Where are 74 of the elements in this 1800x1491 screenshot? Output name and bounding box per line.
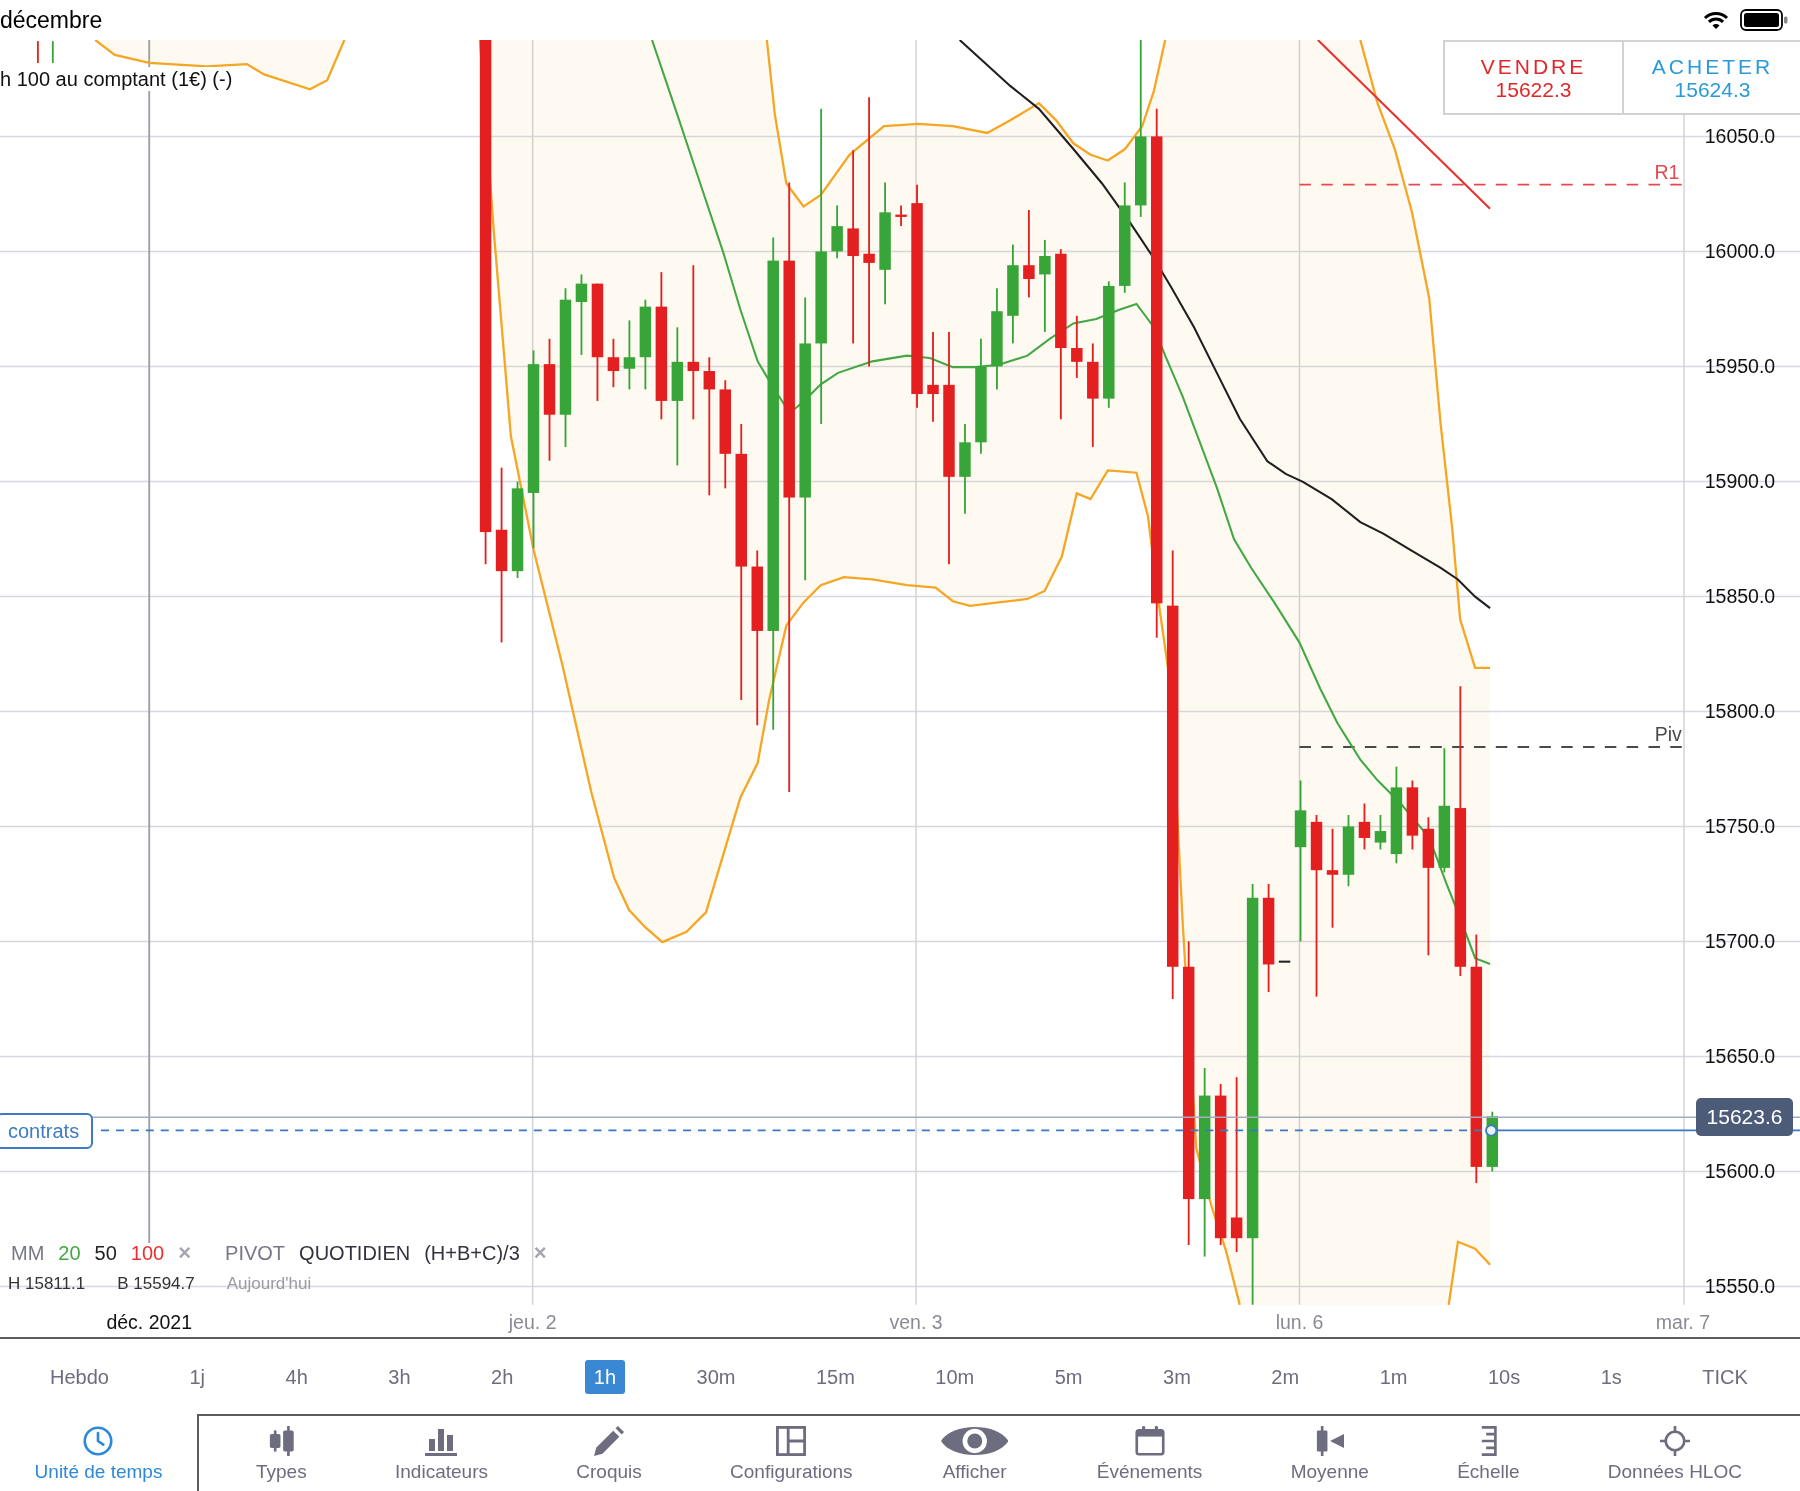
position-marker-icon: [1485, 1124, 1498, 1137]
sell-button[interactable]: VENDRE 15622.3: [1443, 40, 1624, 115]
battery-icon: [1740, 9, 1788, 31]
toolbar-button[interactable]: Types: [256, 1426, 307, 1483]
toolbar-button[interactable]: Données HLOC: [1607, 1426, 1742, 1483]
toolbar-button[interactable]: Événements: [1096, 1426, 1203, 1483]
price-axis-label: 15550.0: [1704, 1275, 1776, 1298]
last-price-tag: 15623.6: [1696, 1098, 1793, 1136]
wifi-icon: [1702, 10, 1730, 30]
price-axis-label: 16000.0: [1704, 240, 1776, 263]
date-axis-label: déc. 2021: [106, 1310, 193, 1333]
timeframe-tab[interactable]: 10s: [1478, 1359, 1530, 1394]
pivot-label: Piv: [1654, 723, 1682, 746]
layout-icon: [776, 1426, 807, 1456]
bar-chart-icon: [425, 1426, 458, 1456]
calendar-icon: [1134, 1426, 1165, 1456]
indicator-name: MM: [11, 1241, 45, 1265]
timeframe-tab[interactable]: 3h: [379, 1359, 420, 1394]
price-axis-label: 15850.0: [1704, 585, 1776, 608]
position-tag[interactable]: contrats: [0, 1113, 94, 1149]
candlestick-icon: [268, 1426, 295, 1456]
toolbar-button[interactable]: Afficher: [940, 1426, 1009, 1483]
date-axis-label: ven. 3: [889, 1310, 943, 1333]
price-axis-label: 15700.0: [1704, 930, 1776, 953]
indicator-name: PIVOT: [225, 1241, 286, 1265]
timeframe-tab[interactable]: 3m: [1154, 1359, 1200, 1394]
indicator-parameter: 20: [58, 1241, 81, 1265]
price-axis-label: 15650.0: [1704, 1045, 1776, 1068]
price-axis-label: 15900.0: [1704, 470, 1776, 493]
candle-pointer-icon: [1315, 1426, 1344, 1456]
clock-icon: [83, 1426, 114, 1456]
price-axis-label: 15800.0: [1704, 700, 1776, 723]
doji-candle: [1278, 960, 1291, 963]
timeframe-tab[interactable]: TICK: [1693, 1359, 1757, 1394]
toolbar-button[interactable]: Moyenne: [1290, 1426, 1369, 1483]
eye-icon: [940, 1426, 1009, 1456]
date-axis-label: mar. 7: [1655, 1310, 1710, 1333]
toolbar-button[interactable]: Indicateurs: [395, 1426, 488, 1483]
price-axis-label: 15950.0: [1704, 355, 1776, 378]
price-axis-label: 15750.0: [1704, 815, 1776, 838]
ruler-icon: [1479, 1426, 1498, 1456]
timeframe-tab[interactable]: 1j: [180, 1359, 214, 1394]
price-axis-label: 16050.0: [1704, 125, 1776, 148]
timeframe-tab[interactable]: 1h: [584, 1359, 625, 1394]
timeframe-tab[interactable]: 2h: [482, 1359, 523, 1394]
indicator-parameter: 100: [130, 1241, 165, 1265]
toolbar-button[interactable]: Unité de temps: [34, 1426, 163, 1483]
stat-value: H 15811.1: [8, 1274, 86, 1294]
price-axis-label: 15600.0: [1704, 1160, 1776, 1183]
date-title: décembre: [0, 6, 103, 34]
stat-value: B 15594.7: [117, 1274, 195, 1294]
date-axis-label: lun. 6: [1275, 1310, 1324, 1333]
timeframe-tab[interactable]: 4h: [276, 1359, 317, 1394]
toolbar-button[interactable]: Configurations: [730, 1426, 853, 1483]
timeframe-tab[interactable]: 1m: [1370, 1359, 1417, 1394]
timeframe-tab[interactable]: 1s: [1591, 1359, 1631, 1394]
toolbar-button[interactable]: Échelle: [1457, 1426, 1520, 1483]
indicator-parameter: (H+B+C)/3: [424, 1241, 520, 1265]
pivot-label: R1: [1654, 160, 1680, 183]
toolbar-button[interactable]: Croquis: [576, 1426, 642, 1483]
timeframe-tab[interactable]: 10m: [926, 1359, 984, 1394]
indicator-parameter: QUOTIDIEN: [299, 1241, 411, 1265]
buy-button[interactable]: ACHETER 15624.3: [1624, 40, 1800, 115]
pencil-icon: [594, 1426, 624, 1456]
timeframe-tab[interactable]: Hebdo: [41, 1359, 118, 1394]
date-axis-label: jeu. 2: [508, 1310, 557, 1333]
period-label: Aujourd'hui: [226, 1274, 312, 1294]
timeframe-tab[interactable]: 30m: [687, 1359, 745, 1394]
timeframe-tab[interactable]: 15m: [806, 1359, 864, 1394]
candle-ticks-icon: [36, 40, 54, 64]
timeframe-tab[interactable]: 5m: [1045, 1359, 1092, 1394]
indicator-parameter: 50: [94, 1241, 117, 1265]
timeframe-tab[interactable]: 2m: [1262, 1359, 1309, 1394]
crosshair-icon: [1659, 1426, 1690, 1456]
